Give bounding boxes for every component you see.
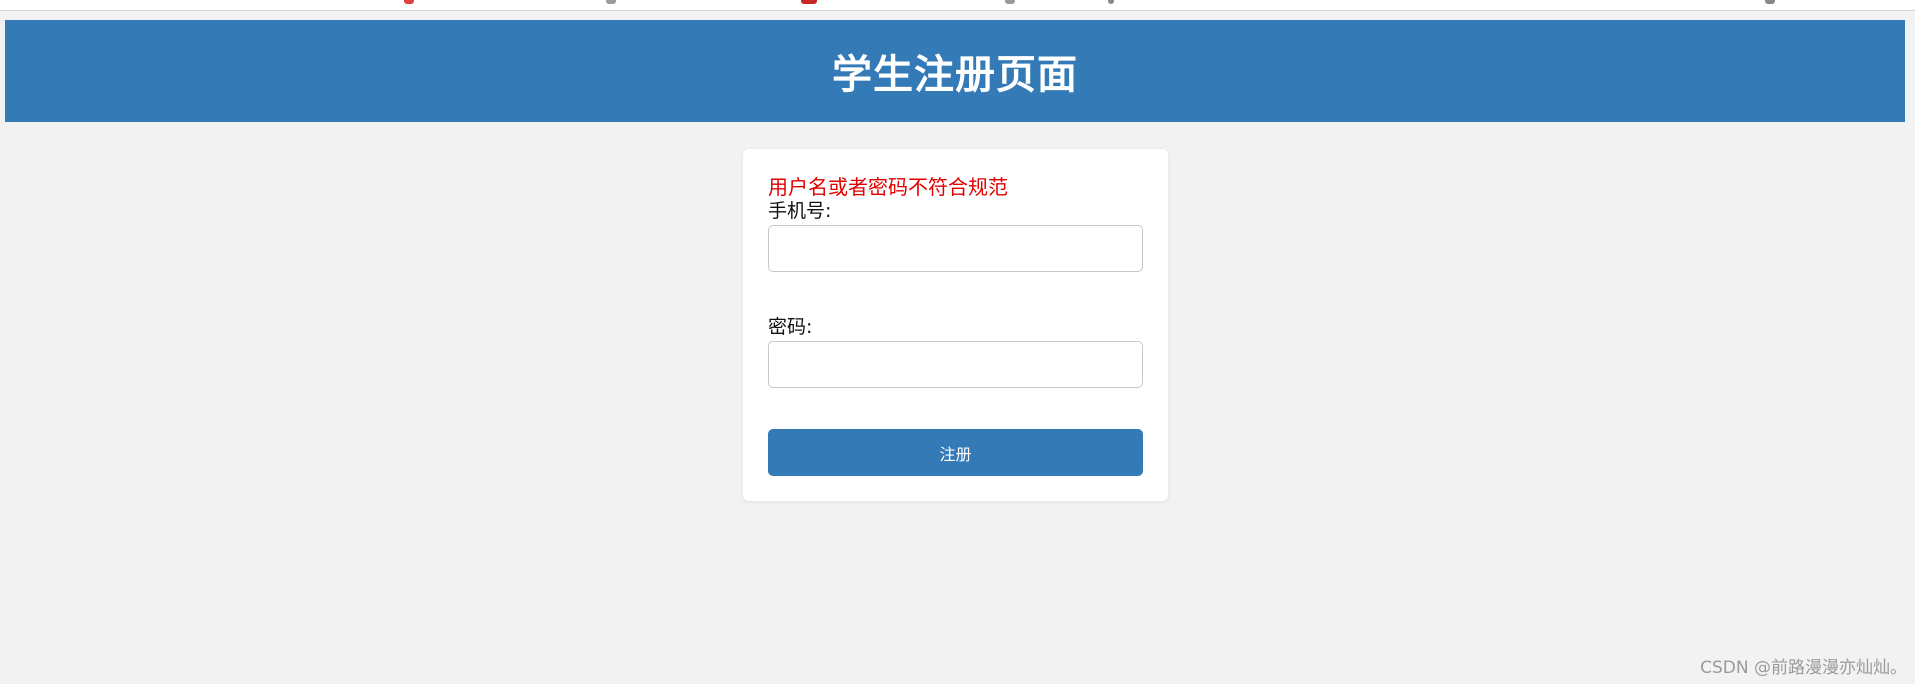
register-button[interactable]: 注册	[768, 429, 1143, 476]
watermark: CSDN @前路漫漫亦灿灿。	[1700, 658, 1907, 678]
bookmark-icon	[1765, 0, 1775, 4]
bookmark-icon	[606, 0, 616, 4]
phone-input[interactable]	[768, 225, 1143, 272]
bookmark-icon	[404, 0, 414, 4]
register-form: 用户名或者密码不符合规范 手机号: 密码: 注册	[743, 149, 1168, 501]
bookmark-icon	[1005, 0, 1015, 4]
bookmark-icon	[1108, 0, 1114, 4]
error-message: 用户名或者密码不符合规范	[768, 175, 1008, 199]
password-input[interactable]	[768, 341, 1143, 388]
browser-bookmark-strip	[0, 0, 1915, 11]
password-label: 密码:	[768, 316, 813, 338]
page-header: 学生注册页面	[5, 20, 1905, 122]
bookmark-icon	[801, 0, 817, 4]
page-title: 学生注册页面	[832, 52, 1078, 98]
phone-label: 手机号:	[768, 200, 832, 222]
